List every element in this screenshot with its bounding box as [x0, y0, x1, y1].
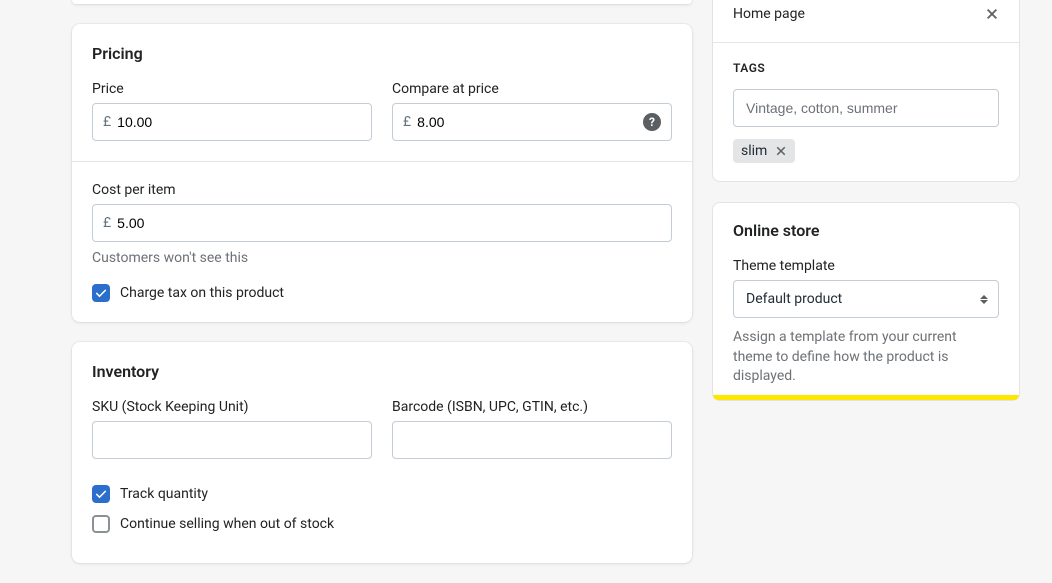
- online-store-title: Online store: [733, 221, 999, 240]
- online-store-card: Online store Theme template Default prod…: [712, 202, 1020, 401]
- previous-card-bottom: [72, 0, 692, 4]
- compare-currency: £: [403, 114, 411, 130]
- template-desc: Assign a template from your current them…: [733, 328, 999, 387]
- track-label: Track quantity: [120, 486, 208, 502]
- cost-hint: Customers won't see this: [92, 250, 672, 266]
- pricing-title: Pricing: [92, 44, 672, 63]
- inventory-card: Inventory SKU (Stock Keeping Unit) Barco…: [72, 342, 692, 563]
- checkmark-icon: [95, 287, 107, 299]
- cost-currency: £: [103, 215, 111, 231]
- tag-chip-label: slim: [741, 143, 767, 159]
- inventory-title: Inventory: [92, 362, 672, 381]
- tax-checkbox[interactable]: [92, 284, 110, 302]
- track-checkbox[interactable]: [92, 485, 110, 503]
- template-select[interactable]: Default product: [733, 280, 999, 318]
- tax-label: Charge tax on this product: [120, 285, 284, 301]
- barcode-input[interactable]: [403, 422, 661, 458]
- pricing-card: Pricing Price £ Compare at price £: [72, 24, 692, 322]
- tags-heading: TAGS: [733, 61, 999, 75]
- cost-input[interactable]: [117, 205, 661, 241]
- template-value: Default product: [746, 291, 842, 307]
- cost-label: Cost per item: [92, 182, 672, 198]
- barcode-label: Barcode (ISBN, UPC, GTIN, etc.): [392, 399, 672, 415]
- sku-label: SKU (Stock Keeping Unit): [92, 399, 372, 415]
- sku-input-wrap[interactable]: [92, 421, 372, 459]
- continue-label: Continue selling when out of stock: [120, 516, 334, 532]
- template-label: Theme template: [733, 258, 999, 274]
- close-icon[interactable]: [985, 7, 999, 21]
- collections-card: Home page TAGS slim: [712, 0, 1020, 182]
- price-label: Price: [92, 81, 372, 97]
- compare-input[interactable]: [417, 104, 643, 140]
- tag-chip: slim: [733, 139, 795, 163]
- cost-input-wrap[interactable]: £: [92, 204, 672, 242]
- checkmark-icon: [95, 488, 107, 500]
- close-icon[interactable]: [775, 145, 787, 157]
- price-input[interactable]: [117, 104, 361, 140]
- sku-input[interactable]: [103, 422, 361, 458]
- continue-checkbox[interactable]: [92, 515, 110, 533]
- highlight-bar: [713, 395, 1019, 400]
- chevron-updown-icon: [980, 295, 988, 304]
- price-input-wrap[interactable]: £: [92, 103, 372, 141]
- collection-home-label: Home page: [733, 6, 805, 22]
- compare-label: Compare at price: [392, 81, 672, 97]
- compare-input-wrap[interactable]: £ ?: [392, 103, 672, 141]
- price-currency: £: [103, 114, 111, 130]
- tags-input[interactable]: [733, 89, 999, 127]
- barcode-input-wrap[interactable]: [392, 421, 672, 459]
- help-icon[interactable]: ?: [643, 113, 661, 131]
